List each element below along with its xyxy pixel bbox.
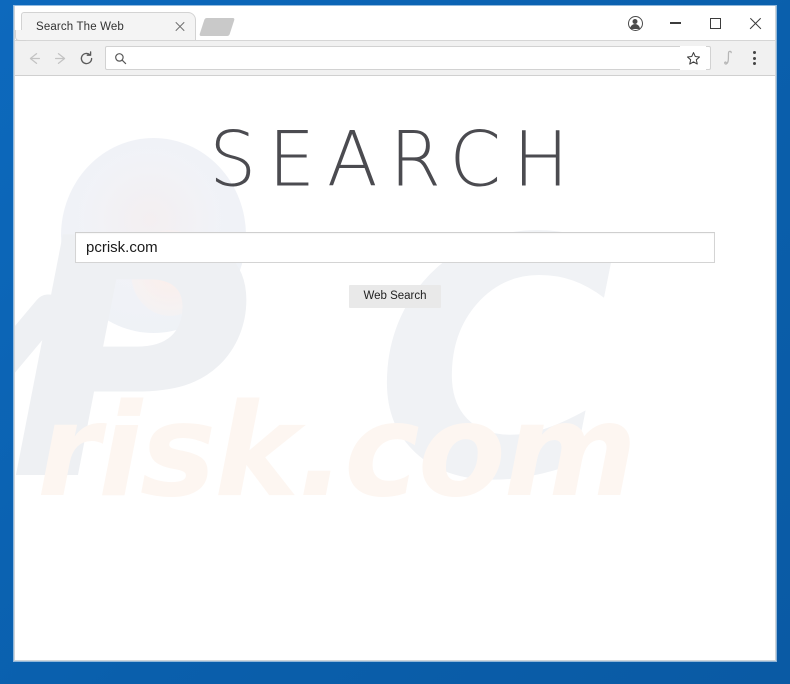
browser-window: Search The Web P C risk.com SEARCH pcris… <box>14 6 776 661</box>
minimize-icon <box>669 22 681 24</box>
browser-toolbar <box>15 40 775 76</box>
close-button[interactable] <box>735 6 775 40</box>
address-bar[interactable] <box>105 46 711 70</box>
tab-strip: Search The Web <box>15 6 775 41</box>
web-search-button[interactable]: Web Search <box>349 285 441 308</box>
search-input[interactable] <box>75 232 715 263</box>
page-title: SEARCH <box>209 116 581 204</box>
star-icon <box>686 51 700 65</box>
close-icon <box>749 17 762 30</box>
profile-button[interactable] <box>615 6 655 40</box>
reload-button[interactable] <box>73 45 99 71</box>
new-tab-icon[interactable] <box>199 18 235 36</box>
tab-search-the-web[interactable]: Search The Web <box>15 12 196 41</box>
tab-title: Search The Web <box>36 20 124 33</box>
three-dot-menu-icon <box>752 51 756 65</box>
maximize-icon <box>709 17 721 29</box>
reload-icon <box>80 50 92 64</box>
page-content: P C risk.com SEARCH Web Search <box>15 76 775 660</box>
search-panel: SEARCH Web Search <box>15 116 775 308</box>
browser-menu-button[interactable] <box>741 45 767 71</box>
tab-close-icon[interactable] <box>173 20 187 34</box>
maximize-button[interactable] <box>695 6 735 40</box>
extension-button[interactable] <box>715 45 741 71</box>
back-arrow-icon <box>29 52 40 64</box>
desktop-background: Search The Web P C risk.com SEARCH pcris… <box>0 0 790 684</box>
bookmark-button[interactable] <box>680 46 706 70</box>
forward-button[interactable] <box>47 45 73 71</box>
window-controls <box>615 6 775 40</box>
forward-arrow-icon <box>54 52 65 64</box>
search-row <box>15 232 775 263</box>
minimize-button[interactable] <box>655 6 695 40</box>
profile-icon <box>627 15 643 31</box>
back-button[interactable] <box>21 45 47 71</box>
extension-icon <box>723 50 732 65</box>
search-icon <box>114 52 128 65</box>
watermark-suffix: risk.com <box>37 377 637 526</box>
